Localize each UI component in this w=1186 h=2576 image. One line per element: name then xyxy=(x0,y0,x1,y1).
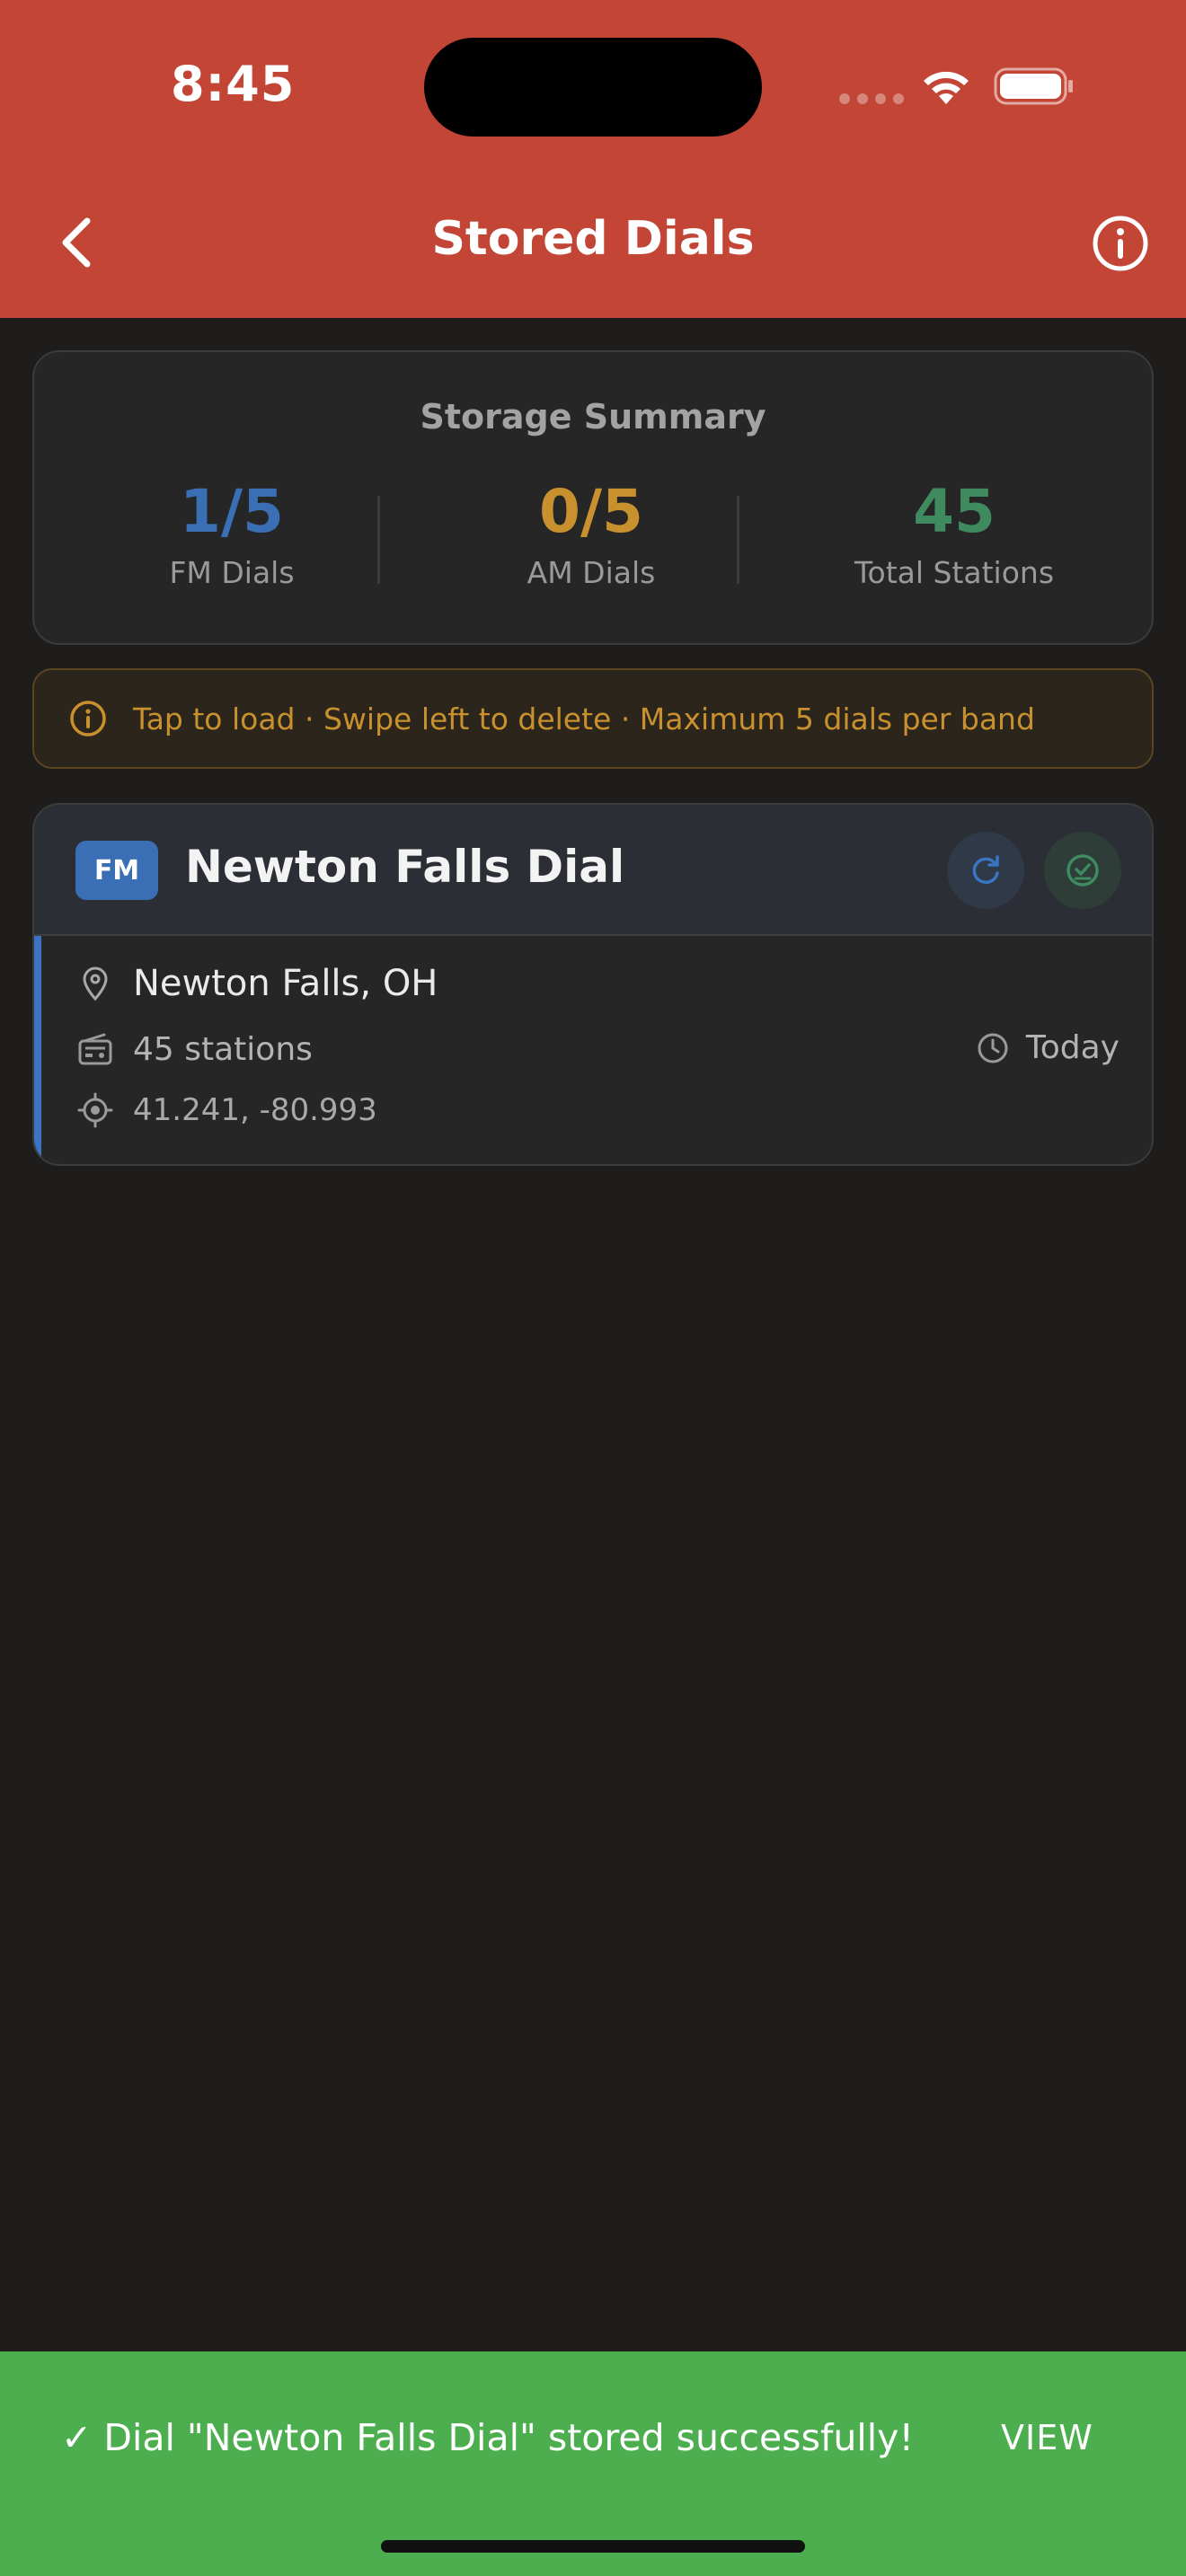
storage-summary-card: Storage Summary 1/5 FM Dials 0/5 AM Dial… xyxy=(32,350,1154,645)
dial-updated: Today xyxy=(1025,1029,1120,1066)
toast-message: ✓ Dial "Newton Falls Dial" stored succes… xyxy=(61,2416,914,2459)
clock-icon xyxy=(978,1033,1008,1063)
crosshair-icon xyxy=(77,1092,113,1128)
location-pin-icon xyxy=(83,966,108,1001)
refresh-icon xyxy=(972,855,999,885)
app-header: 8:45 Stored Dials xyxy=(0,0,1186,318)
total-stations-stat: 45 Total Stations xyxy=(819,477,1089,591)
battery-icon xyxy=(994,67,1073,105)
dial-location: Newton Falls, OH xyxy=(133,963,438,1004)
page-title: Stored Dials xyxy=(431,212,755,266)
info-icon[interactable] xyxy=(1091,214,1150,273)
refresh-dial-button[interactable] xyxy=(947,832,1024,909)
dynamic-island xyxy=(424,38,762,137)
fm-dials-label: FM Dials xyxy=(169,555,295,590)
toast-view-button[interactable]: VIEW xyxy=(1001,2418,1093,2457)
dial-stations-row: 45 stations xyxy=(75,1029,313,1069)
home-indicator[interactable] xyxy=(381,2540,805,2553)
stat-divider xyxy=(377,496,380,584)
check-circle-icon xyxy=(1067,854,1099,887)
hint-text: Tap to load · Swipe left to delete · Max… xyxy=(133,701,1035,737)
dial-coordinates-row: 41.241, -80.993 xyxy=(75,1090,377,1130)
am-dials-label: AM Dials xyxy=(527,555,656,590)
status-time: 8:45 xyxy=(171,56,296,112)
summary-title: Storage Summary xyxy=(420,397,766,437)
dial-updated-row: Today xyxy=(976,1029,1120,1066)
dial-card-header: FM Newton Falls Dial xyxy=(34,805,1152,936)
dial-location-row: Newton Falls, OH xyxy=(75,963,438,1004)
dial-card[interactable]: FM Newton Falls Dial Newton Falls, OH 45… xyxy=(32,803,1154,1166)
dial-name: Newton Falls Dial xyxy=(185,841,625,893)
total-stations-count: 45 xyxy=(913,477,996,546)
fm-dials-stat: 1/5 FM Dials xyxy=(97,477,367,591)
load-dial-button[interactable] xyxy=(1044,832,1121,909)
dial-station-count: 45 stations xyxy=(133,1030,313,1068)
stat-divider xyxy=(737,496,739,584)
band-badge: FM xyxy=(75,841,158,900)
am-dials-stat: 0/5 AM Dials xyxy=(456,477,726,591)
dial-coordinates: 41.241, -80.993 xyxy=(133,1092,377,1128)
wifi-icon xyxy=(924,71,969,104)
radio-icon xyxy=(78,1033,112,1065)
total-stations-label: Total Stations xyxy=(854,555,1055,590)
cellular-signal-icon xyxy=(839,93,904,104)
info-icon xyxy=(70,701,106,737)
fm-dials-count: 1/5 xyxy=(180,477,284,546)
usage-hint-banner: Tap to load · Swipe left to delete · Max… xyxy=(32,668,1154,769)
am-dials-count: 0/5 xyxy=(539,477,643,546)
